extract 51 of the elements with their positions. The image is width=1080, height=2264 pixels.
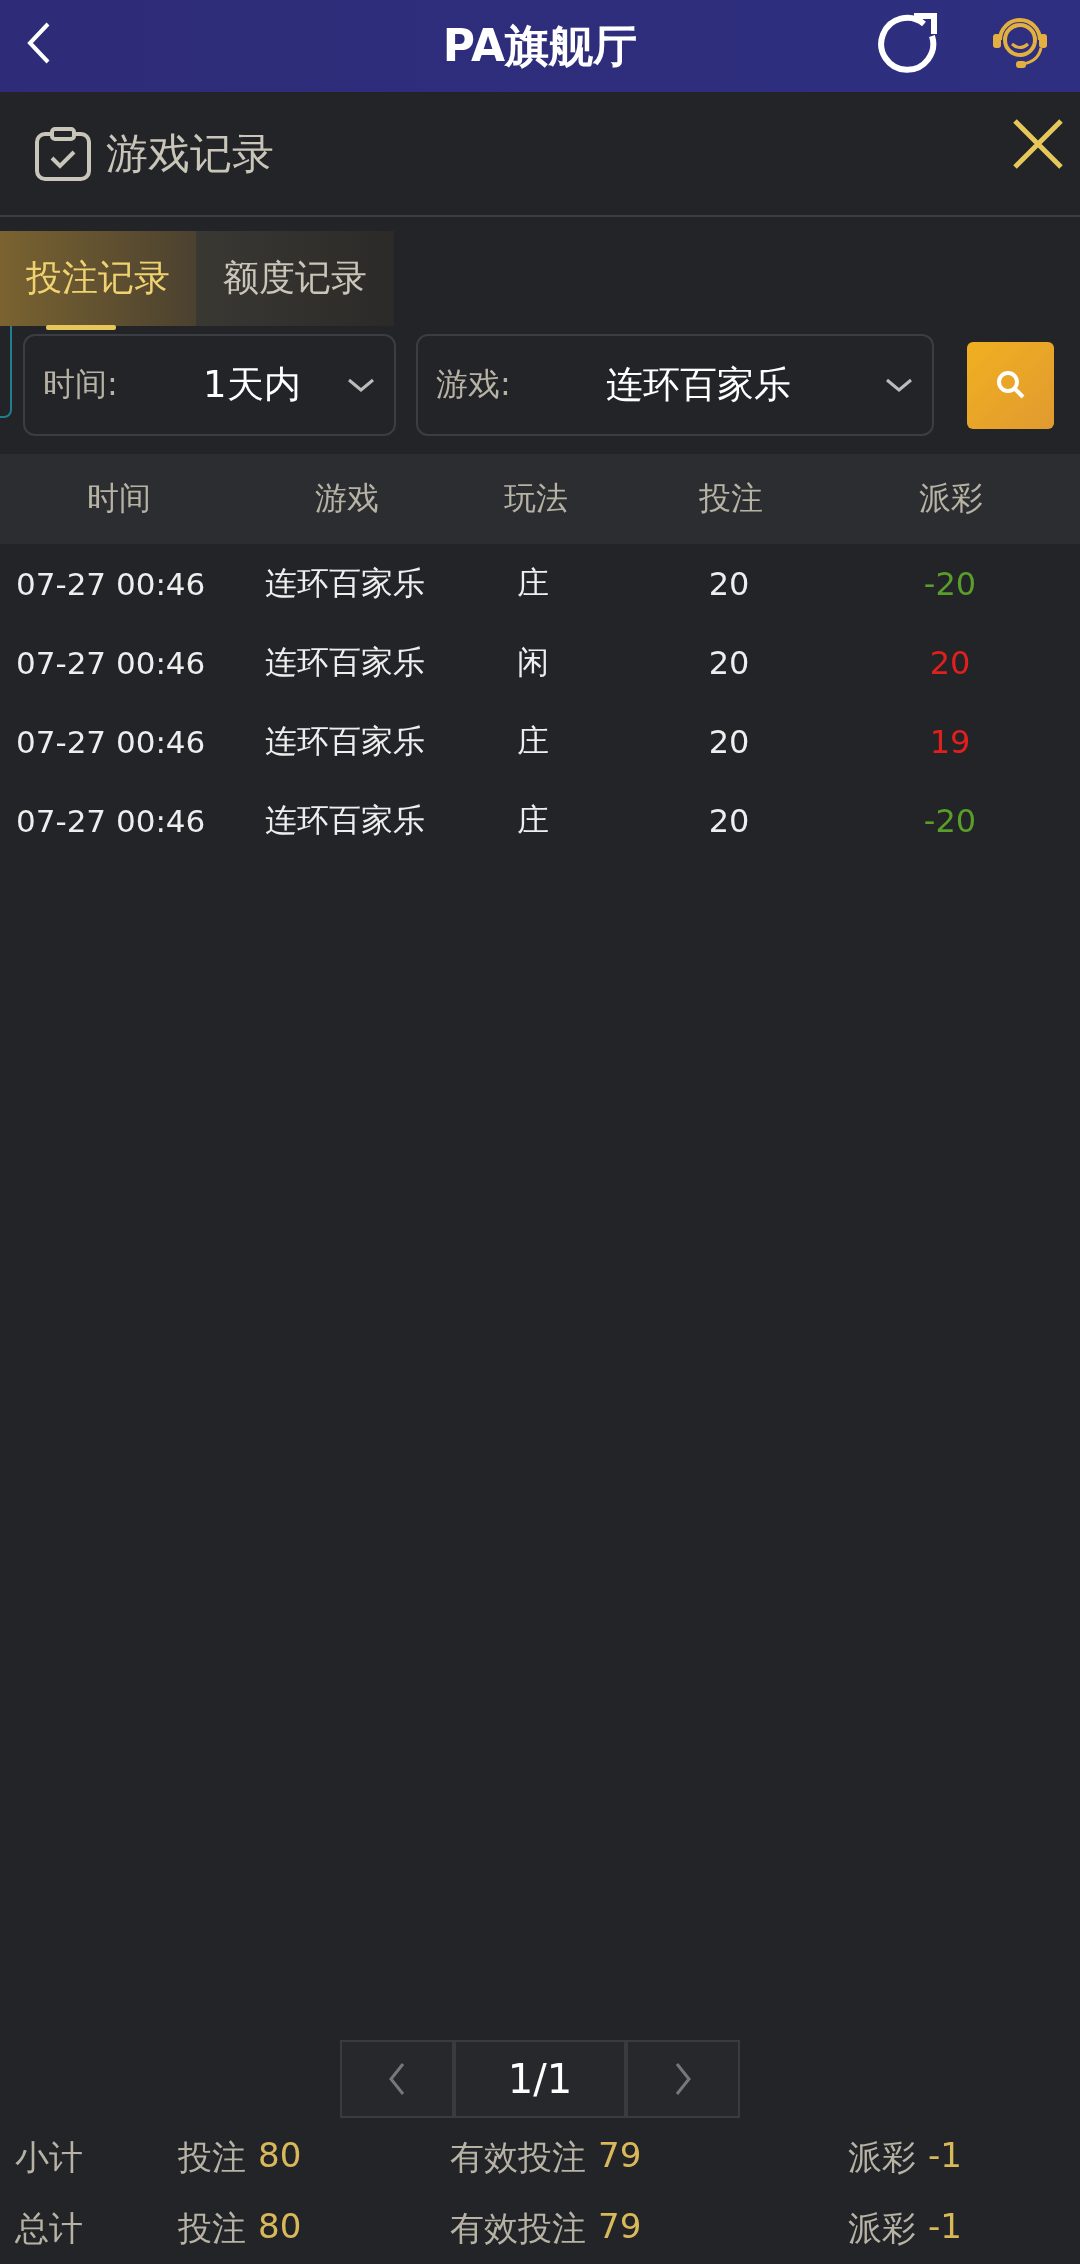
table-cell-text: 19 — [928, 722, 972, 761]
summary-label: 有效投注 — [450, 2206, 586, 2250]
table-cell-text: 07-27 00:46 — [15, 565, 207, 602]
table-cell-text: 20 — [707, 801, 751, 840]
panel-title: 游戏记录 — [106, 127, 275, 180]
column-header: 派彩 — [918, 478, 984, 519]
close-icon[interactable] — [1012, 117, 1064, 170]
summary-label: 有效投注 — [450, 2135, 586, 2179]
summary-label: 总计 — [15, 2206, 84, 2250]
chevron-right-icon — [673, 2061, 693, 2097]
chevron-down-icon — [884, 377, 914, 393]
summary-value: 80 — [258, 2205, 302, 2248]
dropdown-field[interactable]: 时间: 1天内 — [23, 334, 396, 436]
table-cell-text: 庄 — [516, 720, 550, 762]
chevron-left-icon — [387, 2061, 407, 2097]
summary-value: 79 — [598, 2134, 642, 2177]
summary-label: 投注 — [178, 2135, 246, 2179]
table-cell-text: 07-27 00:46 — [15, 644, 207, 681]
table-cell-text: 连环百家乐 — [264, 720, 426, 762]
column-header: 时间 — [85, 478, 152, 519]
dropdown-field[interactable]: 游戏: 连环百家乐 — [416, 334, 934, 436]
tab[interactable]: 额度记录 — [196, 231, 394, 326]
table-cell-text: 07-27 00:46 — [15, 802, 207, 839]
table-cell-text: 连环百家乐 — [264, 641, 426, 683]
summary-value: -1 — [928, 2134, 962, 2177]
summary-label: 投注 — [178, 2206, 246, 2250]
table-cell-text: 闲 — [516, 641, 550, 683]
table-cell-text: -20 — [922, 801, 978, 840]
page-indicator: 1/1 — [454, 2040, 626, 2118]
table-cell-text: 20 — [707, 643, 751, 682]
table-cell-text: 07-27 00:46 — [15, 723, 207, 760]
summary-value: -1 — [928, 2205, 962, 2248]
table-cell-text: 连环百家乐 — [264, 799, 426, 841]
summary-value: 80 — [258, 2134, 302, 2177]
table-cell-text: 20 — [707, 564, 751, 603]
summary-value: 79 — [598, 2205, 642, 2248]
table-cell-text: 连环百家乐 — [264, 562, 426, 604]
table-cell-text: 20 — [707, 722, 751, 761]
summary-label: 派彩 — [848, 2135, 916, 2179]
clipboard-check-icon — [34, 125, 92, 182]
table-cell-text: 庄 — [516, 562, 550, 604]
chevron-down-icon — [346, 377, 376, 393]
summary-label: 小计 — [15, 2135, 84, 2179]
summary-label: 派彩 — [848, 2206, 916, 2250]
column-header: 游戏 — [314, 478, 380, 519]
table-cell-text: -20 — [922, 564, 978, 603]
column-header: 玩法 — [503, 478, 569, 519]
table-cell-text: 20 — [928, 643, 972, 682]
table-cell-text: 庄 — [516, 799, 550, 841]
column-header: 投注 — [698, 478, 764, 519]
app-title: PA旗舰厅 — [442, 18, 638, 73]
